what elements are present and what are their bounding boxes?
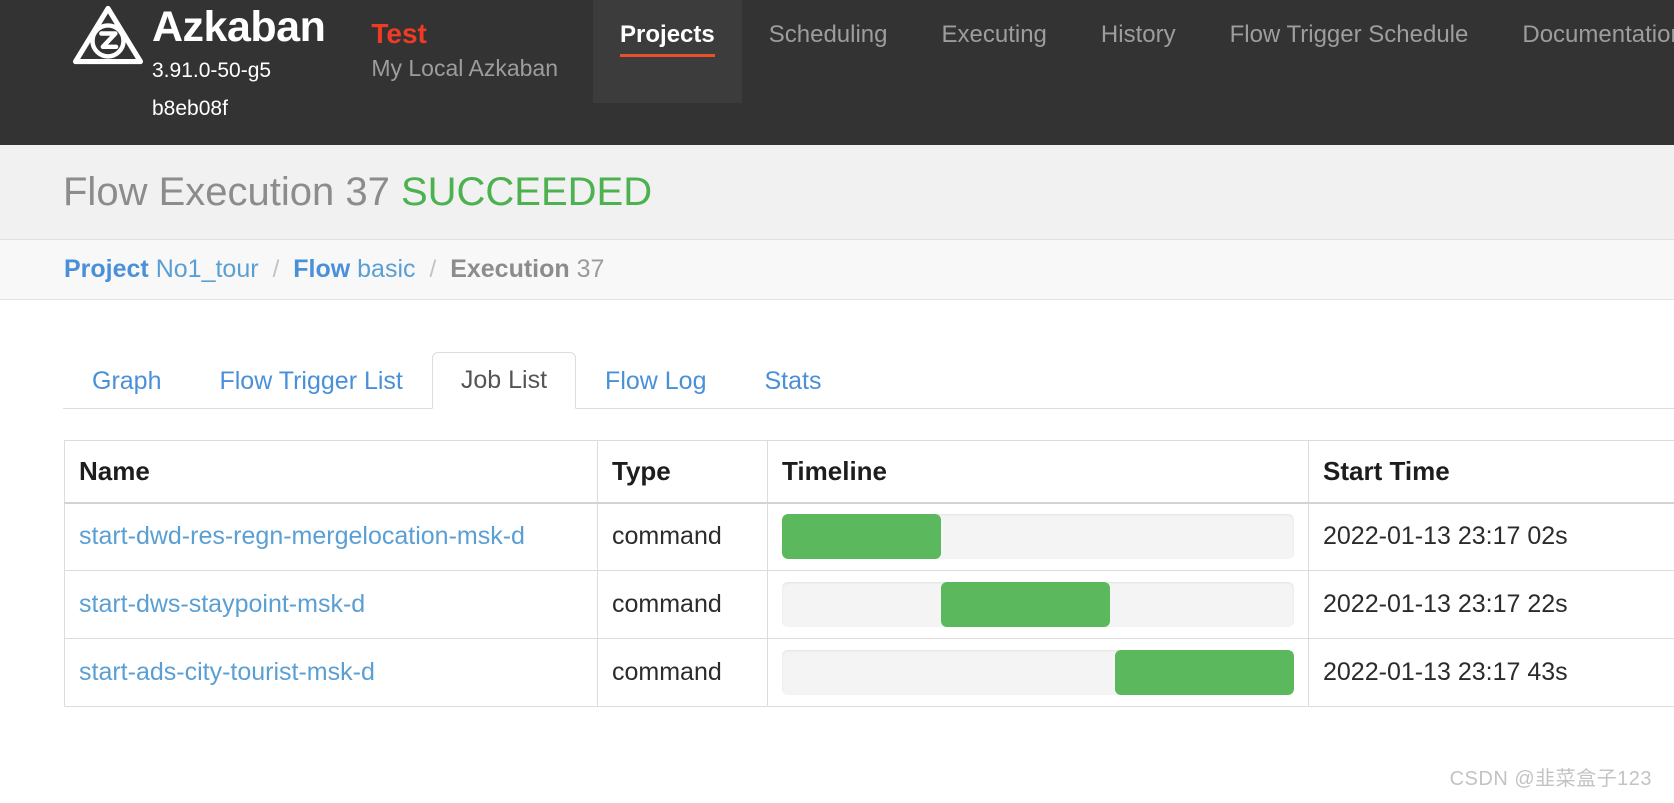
- breadcrumb-project[interactable]: Project No1_tour: [64, 255, 259, 284]
- brand-block[interactable]: Azkaban 3.91.0-50-g5b8eb08f: [0, 0, 326, 128]
- cell-timeline: [767, 570, 1309, 639]
- start-time-text: 2022-01-13 23:17 02s: [1323, 522, 1568, 551]
- job-name-link[interactable]: start-ads-city-tourist-msk-d: [79, 658, 375, 686]
- column-header-type[interactable]: Type: [597, 440, 768, 504]
- page-title: Flow Execution 37 SUCCEEDED: [63, 169, 652, 215]
- breadcrumb-flow-value: basic: [357, 255, 416, 283]
- nav-item-flow-trigger-schedule[interactable]: Flow Trigger Schedule: [1203, 0, 1496, 103]
- azkaban-logo-icon: [72, 5, 144, 65]
- tab-stats[interactable]: Stats: [736, 353, 851, 409]
- breadcrumb-separator: /: [272, 255, 280, 283]
- column-header-start-time[interactable]: Start Time: [1308, 440, 1674, 504]
- cell-start-time: 2022-01-13 23:17 43s: [1308, 638, 1674, 707]
- tab-flow-trigger-list[interactable]: Flow Trigger List: [190, 353, 431, 409]
- brand-version: 3.91.0-50-g5b8eb08f: [152, 59, 272, 120]
- job-name-link[interactable]: start-dws-staypoint-msk-d: [79, 590, 365, 618]
- tab-graph[interactable]: Graph: [63, 353, 190, 409]
- nav-item-documentation[interactable]: Documentation: [1495, 0, 1674, 103]
- timeline-track: [782, 582, 1294, 627]
- tab-bar: Graph Flow Trigger List Job List Flow Lo…: [63, 352, 1674, 409]
- job-name-link[interactable]: start-dwd-res-regn-mergelocation-msk-d: [79, 522, 525, 550]
- nav-items: Projects Scheduling Executing History Fl…: [593, 0, 1674, 103]
- tab-job-list[interactable]: Job List: [431, 352, 577, 409]
- breadcrumb-project-value: No1_tour: [155, 255, 259, 283]
- tab-flow-log[interactable]: Flow Log: [576, 353, 735, 409]
- local-azkaban-block: Test My Local Azkaban: [371, 0, 558, 84]
- watermark: CSDN @韭菜盒子123: [1449, 768, 1652, 790]
- status-badge: SUCCEEDED: [400, 170, 653, 214]
- page-title-text: Flow Execution 37: [63, 170, 390, 214]
- local-azkaban-name: Test: [371, 18, 427, 49]
- breadcrumb-execution-value: 37: [576, 255, 605, 283]
- nav-item-executing[interactable]: Executing: [915, 0, 1074, 103]
- page-header: Flow Execution 37 SUCCEEDED: [0, 145, 1674, 240]
- nav-item-projects[interactable]: Projects: [593, 0, 742, 103]
- column-header-name[interactable]: Name: [64, 440, 598, 504]
- table-row: start-ads-city-tourist-msk-d command 202…: [64, 638, 1674, 707]
- job-list-table-wrap: Name Type Timeline Start Time start-dwd-…: [0, 409, 1674, 707]
- start-time-text: 2022-01-13 23:17 22s: [1323, 590, 1568, 618]
- cell-timeline: [767, 502, 1309, 571]
- breadcrumb-separator: /: [429, 255, 437, 283]
- cell-job-type: command: [597, 502, 768, 571]
- job-type-text: command: [612, 658, 722, 686]
- local-azkaban-description: My Local Azkaban: [371, 55, 559, 81]
- cell-timeline: [767, 638, 1309, 707]
- job-type-text: command: [612, 522, 722, 551]
- column-header-timeline[interactable]: Timeline: [767, 440, 1309, 504]
- timeline-track: [782, 650, 1294, 695]
- job-list-table: Name Type Timeline Start Time start-dwd-…: [64, 440, 1674, 707]
- table-header-row: Name Type Timeline Start Time: [64, 440, 1674, 504]
- nav-item-history[interactable]: History: [1074, 0, 1203, 103]
- cell-job-name: start-ads-city-tourist-msk-d: [64, 638, 598, 707]
- brand-title: Azkaban: [152, 3, 326, 51]
- timeline-bar[interactable]: [1114, 650, 1294, 695]
- cell-job-name: start-dws-staypoint-msk-d: [64, 570, 598, 639]
- table-body: start-dwd-res-regn-mergelocation-msk-d c…: [64, 502, 1674, 707]
- breadcrumb-flow-key: Flow: [293, 255, 351, 283]
- cell-start-time: 2022-01-13 23:17 22s: [1308, 570, 1674, 639]
- timeline-bar[interactable]: [782, 514, 941, 560]
- cell-job-type: command: [597, 570, 768, 639]
- top-navbar: Azkaban 3.91.0-50-g5b8eb08f Test My Loca…: [0, 0, 1674, 145]
- table-row: start-dwd-res-regn-mergelocation-msk-d c…: [64, 502, 1674, 571]
- job-type-text: command: [612, 590, 722, 618]
- start-time-text: 2022-01-13 23:17 43s: [1323, 658, 1568, 686]
- breadcrumb-execution-key: Execution: [450, 255, 570, 283]
- tabs-wrap: Graph Flow Trigger List Job List Flow Lo…: [0, 300, 1674, 409]
- table-row: start-dws-staypoint-msk-d command 2022-0…: [64, 570, 1674, 639]
- breadcrumb-project-key: Project: [64, 255, 149, 283]
- breadcrumb: Project No1_tour / Flow basic / Executio…: [0, 240, 1674, 300]
- breadcrumb-execution: Execution 37: [450, 255, 604, 284]
- cell-job-name: start-dwd-res-regn-mergelocation-msk-d: [64, 502, 598, 571]
- cell-job-type: command: [597, 638, 768, 707]
- timeline-track: [782, 514, 1294, 560]
- nav-item-scheduling[interactable]: Scheduling: [742, 0, 915, 103]
- timeline-bar[interactable]: [940, 582, 1110, 627]
- cell-start-time: 2022-01-13 23:17 02s: [1308, 502, 1674, 571]
- breadcrumb-flow[interactable]: Flow basic: [293, 255, 415, 284]
